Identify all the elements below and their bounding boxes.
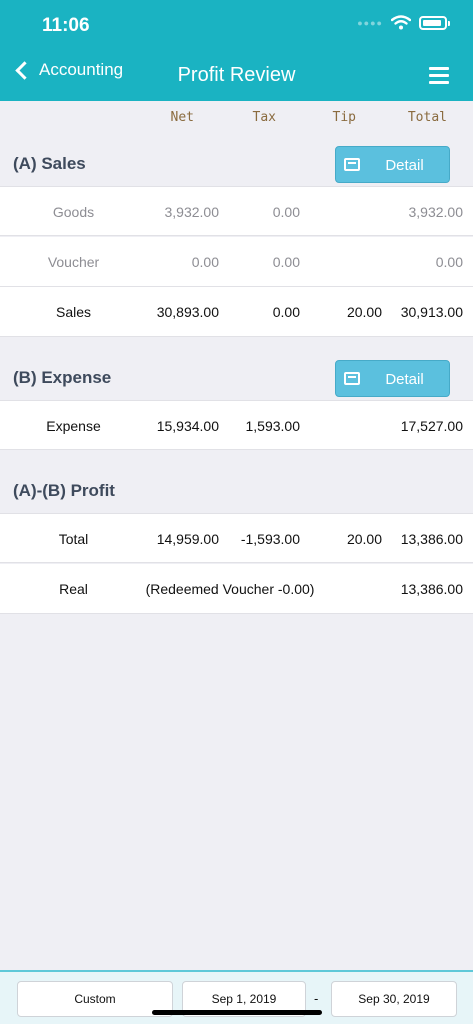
row-label: Expense [46, 418, 101, 434]
cell-total: 0.00 [435, 254, 463, 270]
table-row: Expense 15,934.00 1,593.00 17,527.00 [0, 400, 473, 450]
date-range-bar: Custom Sep 1, 2019 - Sep 30, 2019 [0, 970, 473, 1024]
detail-label: Detail [385, 157, 424, 174]
cell-total: 3,932.00 [408, 204, 464, 220]
row-label: Sales [55, 304, 92, 320]
cell-total: 13,386.00 [400, 531, 463, 547]
battery-icon [419, 15, 450, 30]
cell-net: 15,934.00 [156, 418, 219, 434]
cell-net: 0.00 [191, 254, 219, 270]
cell-total: 30,913.00 [400, 304, 463, 320]
table-row: Voucher 0.00 0.00 0.00 [0, 237, 473, 287]
table-row: Total 14,959.00 -1,593.00 20.00 13,386.0… [0, 513, 473, 563]
menu-icon[interactable] [429, 67, 449, 84]
sales-detail-button[interactable]: Detail [335, 146, 450, 183]
row-label: Goods [52, 204, 95, 220]
detail-label: Detail [385, 371, 424, 388]
section-title-sales: (A) Sales [13, 154, 86, 173]
cell-total: 13,386.00 [400, 581, 463, 597]
page-title: Profit Review [177, 64, 296, 86]
cell-tax: 0.00 [272, 254, 300, 270]
cell-tax: 0.00 [272, 204, 300, 220]
table-row: Goods 3,932.00 0.00 3,932.00 [0, 186, 473, 236]
cell-tax: -1,593.00 [240, 531, 300, 547]
cell-tip: 20.00 [346, 304, 382, 320]
cell-net: 3,932.00 [164, 204, 220, 220]
cell-net: 14,959.00 [156, 531, 219, 547]
table-row: Real (Redeemed Voucher -0.00) 13,386.00 [0, 564, 473, 614]
row-label: Total [58, 531, 89, 547]
row-label: Voucher [47, 254, 100, 270]
cell-tax: 0.00 [272, 304, 300, 320]
home-indicator [152, 1010, 322, 1015]
wifi-icon [391, 15, 411, 30]
end-date-button[interactable]: Sep 30, 2019 [331, 981, 457, 1017]
nav-bar: 11:06 ●●●● Accounting Profit Review [0, 0, 473, 101]
column-header-tip: Tip [332, 110, 356, 125]
row-label: Real [59, 581, 88, 597]
signal-icon: ●●●● [357, 17, 383, 28]
table-row: Sales 30,893.00 0.00 20.00 30,913.00 [0, 287, 473, 337]
section-title-profit: (A)-(B) Profit [13, 481, 115, 500]
column-header-net: Net [170, 110, 194, 125]
cell-total: 17,527.00 [400, 418, 463, 434]
cell-tax: 1,593.00 [245, 418, 301, 434]
cell-net: 30,893.00 [156, 304, 219, 320]
date-separator: - [314, 991, 319, 1006]
column-header-total: Total [407, 110, 447, 125]
range-type-button[interactable]: Custom [17, 981, 173, 1017]
expense-detail-button[interactable]: Detail [335, 360, 450, 397]
status-icons: ●●●● [357, 15, 450, 30]
section-title-expense: (B) Expense [13, 368, 112, 387]
column-header-tax: Tax [252, 110, 276, 125]
cell-tip: 20.00 [346, 531, 382, 547]
redeemed-voucher-note: (Redeemed Voucher -0.00) [145, 581, 315, 597]
status-time: 11:06 [42, 15, 90, 36]
